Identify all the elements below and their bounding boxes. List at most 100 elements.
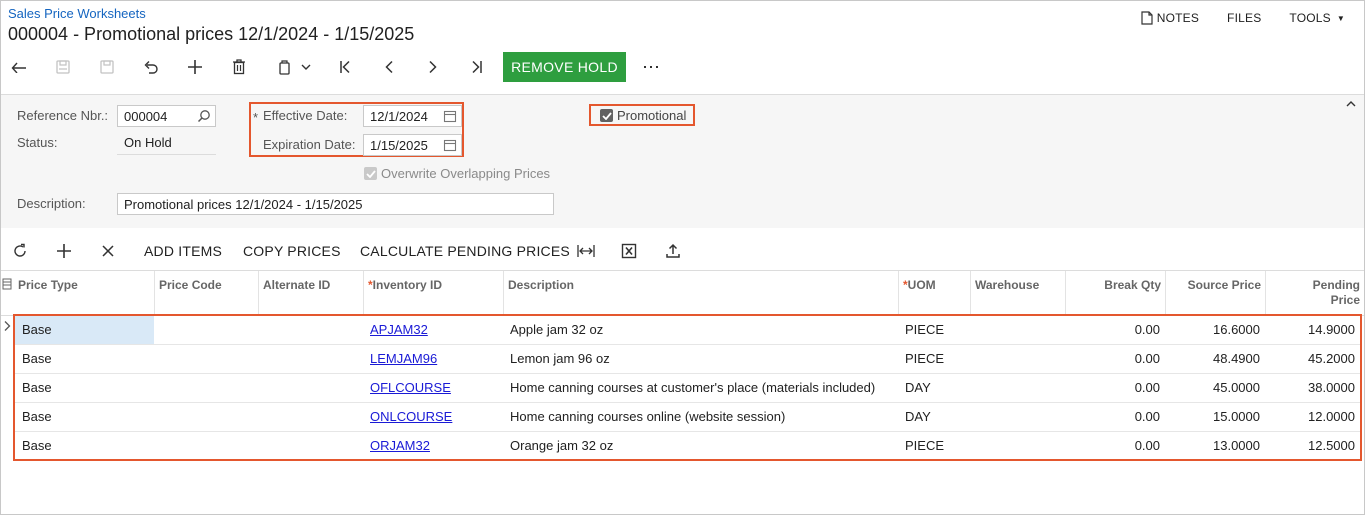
- col-source-price-label: Source Price: [1187, 278, 1261, 292]
- reference-nbr-label: Reference Nbr.:: [17, 108, 109, 123]
- description-value: Promotional prices 12/1/2024 - 1/15/2025: [124, 197, 363, 212]
- export-excel-button[interactable]: [621, 240, 637, 262]
- files-button[interactable]: FILES: [1213, 10, 1275, 26]
- overwrite-checkbox[interactable]: [364, 167, 377, 180]
- col-price-code-label: Price Code: [159, 278, 222, 292]
- description-label: Description:: [17, 196, 86, 211]
- col-price-code[interactable]: Price Code: [154, 271, 258, 315]
- col-break-qty[interactable]: Break Qty: [1065, 271, 1165, 315]
- excel-icon: [621, 243, 637, 259]
- col-warehouse-label: Warehouse: [975, 278, 1040, 292]
- collapse-icon[interactable]: [1346, 101, 1356, 107]
- overwrite-label: Overwrite Overlapping Prices: [381, 166, 551, 181]
- copy-prices-button[interactable]: COPY PRICES: [243, 240, 341, 262]
- required-marker: *: [253, 110, 259, 125]
- caret-down-icon: ▼: [1336, 13, 1345, 23]
- upload-button[interactable]: [665, 240, 681, 262]
- copy-paste-button[interactable]: [270, 52, 318, 82]
- reference-nbr-input[interactable]: 000004: [117, 105, 216, 127]
- copy-paste-icon: [279, 60, 290, 75]
- col-price-type-label: Price Type: [18, 278, 78, 292]
- col-price-type[interactable]: Price Type: [14, 271, 154, 315]
- delete-row-button[interactable]: [101, 240, 115, 262]
- status-label: Status:: [17, 135, 58, 150]
- add-row-button[interactable]: [56, 240, 72, 262]
- col-alternate-id-label: Alternate ID: [263, 278, 331, 292]
- more-actions-button[interactable]: ⋯: [640, 52, 662, 82]
- tools-label: TOOLS: [1289, 11, 1331, 25]
- chevron-down-icon: [301, 64, 311, 70]
- effective-date-value: 12/1/2024: [370, 109, 428, 124]
- status-value: On Hold: [124, 135, 172, 150]
- expiration-date-input[interactable]: 1/15/2025: [363, 134, 462, 156]
- grid-settings-icon[interactable]: [2, 278, 12, 290]
- back-icon: [11, 62, 26, 73]
- save-icon: [100, 60, 114, 74]
- search-icon[interactable]: [197, 109, 211, 123]
- add-icon: [57, 244, 71, 258]
- expiration-date-label: Expiration Date:: [263, 137, 356, 152]
- delete-icon: [233, 59, 245, 75]
- calendar-icon[interactable]: [443, 109, 457, 123]
- promotional-label: Promotional: [617, 108, 687, 123]
- calendar-icon[interactable]: [443, 138, 457, 152]
- close-icon: [102, 245, 114, 257]
- delete-button[interactable]: [226, 52, 252, 82]
- notes-button[interactable]: NOTES: [1127, 10, 1213, 26]
- refresh-icon: [14, 243, 26, 257]
- previous-record-button[interactable]: [376, 52, 402, 82]
- rows-highlight-box: [13, 314, 1362, 461]
- col-pending-price-label-2: Price: [1330, 293, 1360, 307]
- checkmark-icon: [601, 111, 612, 120]
- col-inventory-id-label: Inventory ID: [372, 278, 443, 292]
- last-record-button[interactable]: [464, 52, 490, 82]
- first-icon: [340, 60, 350, 74]
- add-button[interactable]: [182, 52, 208, 82]
- fit-columns-button[interactable]: [577, 240, 595, 262]
- col-alternate-id[interactable]: Alternate ID: [258, 271, 363, 315]
- next-icon: [429, 60, 437, 74]
- reference-nbr-value: 000004: [124, 109, 168, 124]
- effective-date-label: Effective Date:: [263, 108, 348, 123]
- breadcrumb[interactable]: Sales Price Worksheets: [8, 6, 146, 21]
- files-label: FILES: [1227, 11, 1262, 25]
- undo-icon: [144, 61, 158, 74]
- checkmark-icon: [365, 169, 376, 178]
- page-title: 000004 - Promotional prices 12/1/2024 - …: [8, 24, 415, 44]
- upload-icon: [666, 243, 680, 258]
- col-pending-price-label-1: Pending: [1312, 278, 1360, 292]
- calculate-pending-prices-button[interactable]: CALCULATE PENDING PRICES: [360, 240, 570, 262]
- refresh-button[interactable]: [12, 240, 28, 262]
- col-uom[interactable]: *UOM: [898, 271, 970, 315]
- add-items-button[interactable]: ADD ITEMS: [144, 240, 222, 262]
- description-input[interactable]: Promotional prices 12/1/2024 - 1/15/2025: [117, 193, 554, 215]
- promotional-checkbox[interactable]: [600, 109, 613, 122]
- col-uom-label: UOM: [907, 278, 936, 292]
- save-close-icon: [56, 60, 70, 74]
- notes-label: NOTES: [1156, 11, 1200, 25]
- undo-button[interactable]: [138, 52, 164, 82]
- effective-date-input[interactable]: 12/1/2024: [363, 105, 462, 127]
- col-pending-price[interactable]: Pending Price: [1265, 271, 1364, 315]
- save-close-button[interactable]: [50, 52, 76, 82]
- tools-button[interactable]: TOOLS ▼: [1275, 10, 1359, 26]
- col-warehouse[interactable]: Warehouse: [970, 271, 1065, 315]
- col-inventory-id[interactable]: *Inventory ID: [363, 271, 503, 315]
- status-underline: [117, 154, 216, 155]
- expiration-date-value: 1/15/2025: [370, 138, 428, 153]
- col-source-price[interactable]: Source Price: [1165, 271, 1265, 315]
- first-record-button[interactable]: [332, 52, 358, 82]
- prev-icon: [385, 60, 393, 74]
- notes-icon: [1141, 11, 1153, 25]
- next-record-button[interactable]: [420, 52, 446, 82]
- back-button[interactable]: [6, 52, 32, 82]
- top-links: NOTES FILES TOOLS ▼: [1127, 10, 1359, 26]
- save-button[interactable]: [94, 52, 120, 82]
- remove-hold-button[interactable]: REMOVE HOLD: [503, 52, 626, 82]
- fit-columns-icon: [577, 245, 595, 257]
- col-break-qty-label: Break Qty: [1104, 278, 1161, 292]
- add-icon: [188, 60, 202, 74]
- grid-header: Price Type Price Code Alternate ID *Inve…: [1, 270, 1364, 316]
- col-description[interactable]: Description: [503, 271, 898, 315]
- col-description-label: Description: [508, 278, 575, 292]
